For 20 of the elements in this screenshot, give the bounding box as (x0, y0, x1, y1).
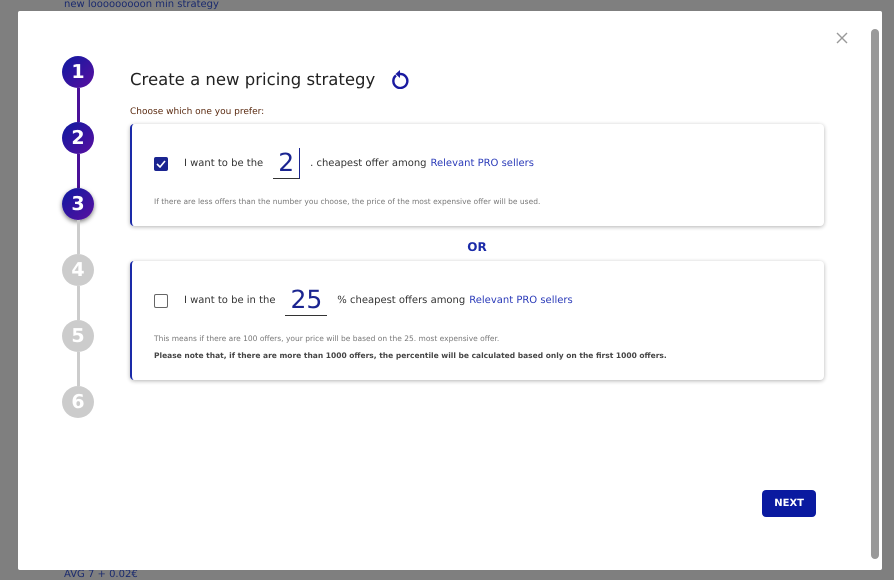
checkbox[interactable] (154, 294, 168, 308)
step-circle: 3 (62, 188, 94, 220)
checkbox[interactable] (154, 156, 168, 170)
number-input[interactable]: 2 (273, 148, 300, 179)
option-label: I want to be in the (184, 295, 276, 306)
close-icon[interactable] (836, 32, 848, 44)
option-label: . cheapest offer among (310, 158, 426, 169)
sellers-link[interactable]: Relevant PRO sellers (469, 295, 573, 306)
prompt-text: Choose which one you prefer: (130, 107, 266, 117)
option-label: % cheapest offers among (337, 295, 466, 306)
reset-icon[interactable] (391, 69, 410, 89)
dialog-title: Create a new pricing strategy (130, 70, 376, 88)
step-circle: 2 (62, 122, 94, 154)
sellers-link[interactable]: Relevant PRO sellers (430, 158, 534, 169)
number-input[interactable]: 25 (285, 285, 328, 316)
step-circle: 1 (62, 56, 94, 88)
option-label: I want to be the (184, 158, 264, 169)
or-separator: OR (466, 240, 488, 254)
background-text: AVG 7 + 0.02€ (64, 569, 138, 580)
next-button[interactable]: NEXT (762, 490, 816, 517)
